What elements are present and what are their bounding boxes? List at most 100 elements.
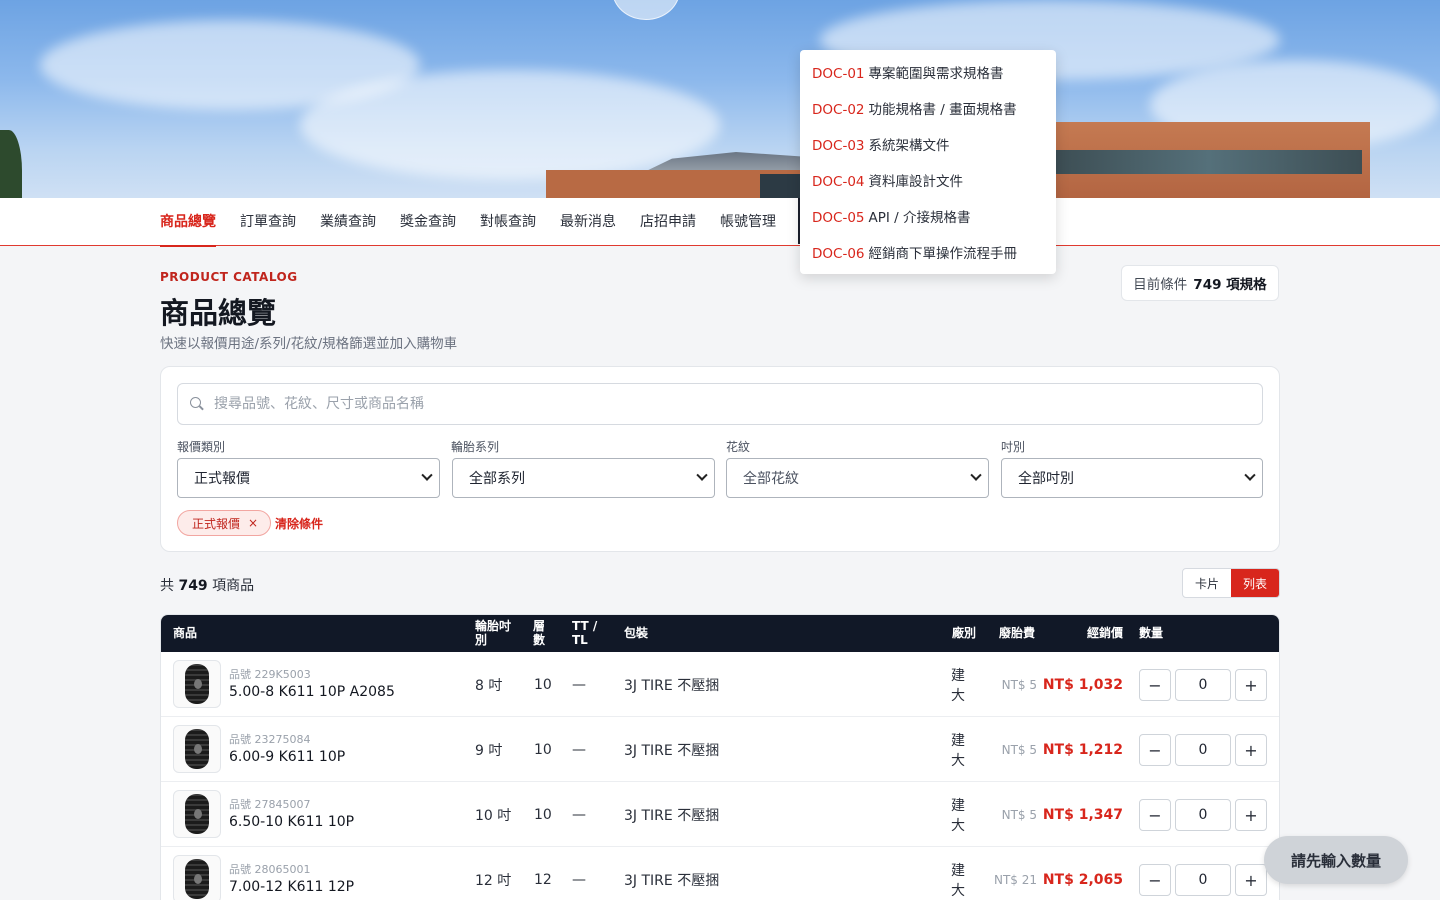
result-number: 749 [178,578,208,594]
result-prefix: 共 [160,578,174,594]
qty-plus-button[interactable]: + [1235,799,1267,831]
product-thumbnail[interactable] [173,855,221,900]
dealer-price: NT$ 1,032 [1042,676,1123,693]
product-sku: 品號 28065001 [229,863,311,876]
view-toggle: 卡片 列表 [1182,568,1280,598]
qty-input[interactable]: 0 [1175,799,1231,831]
qty-minus-button[interactable]: − [1139,864,1171,896]
disposal-fee: NT$ 5 [1001,742,1037,757]
result-suffix: 項商品 [212,578,255,594]
nav-item-account[interactable]: 帳號管理 [720,198,776,246]
qty-input[interactable]: 0 [1175,669,1231,701]
doc-label: 系統架構文件 [868,138,950,154]
condition-label: 目前條件 [1133,277,1188,293]
product-name: 6.50-10 K611 10P [229,814,355,830]
enter-quantity-button[interactable]: 請先輸入數量 [1264,836,1408,884]
active-filter-chip: 正式報價 × [177,510,272,536]
dropdown-item-doc-05[interactable]: DOC-05 API / 介接規格書 [800,200,1056,236]
col-rim: 輪胎吋別 [475,619,512,647]
col-qty: 數量 [1139,625,1164,640]
close-icon[interactable]: × [248,516,258,530]
doc-label: 資料庫設計文件 [868,174,964,190]
dropdown-item-doc-06[interactable]: DOC-06 經銷商下單操作流程手冊 [800,236,1056,272]
dealer-price: NT$ 1,347 [1042,806,1123,823]
table-row: 品號 27845007 6.50-10 K611 10P 10 吋 10 — 3… [161,782,1279,847]
nav-item-signage[interactable]: 店招申請 [640,198,696,246]
size-select[interactable]: 全部吋別 [1001,458,1263,498]
quote-type-label: 報價類別 [177,440,226,454]
dropdown-item-doc-01[interactable]: DOC-01 專案範圍與需求規格書 [800,56,1056,92]
search-input[interactable] [214,396,1214,412]
building-windows [1056,150,1362,174]
table-row: 品號 23275084 6.00-9 K611 10P 9 吋 10 — 3J … [161,717,1279,782]
pattern-select[interactable]: 全部花紋 [726,458,989,498]
disposal-fee: NT$ 21 [993,872,1037,887]
packaging: 3J TIRE 不壓捆 [624,677,720,694]
qty-input[interactable]: 0 [1175,734,1231,766]
nav-items: 商品總覽 訂單查詢 業績查詢 獎金查詢 對帳查詢 最新消息 店招申請 帳號管理 [160,198,800,247]
dropdown-item-doc-03[interactable]: DOC-03 系統架構文件 [800,128,1056,164]
tire-icon [185,859,209,899]
col-fee: 廢胎費 [999,625,1036,640]
tire-icon [185,794,209,834]
product-table: 商品 輪胎吋別 層數 TT / TL 包裝 廠別 廢胎費 經銷價 數量 品號 2… [160,614,1280,900]
col-factory: 廠別 [952,625,977,640]
packaging: 3J TIRE 不壓捆 [624,807,720,824]
qty-plus-button[interactable]: + [1235,864,1267,896]
chevron-down-icon [1244,469,1256,481]
nav-item-bonus[interactable]: 獎金查詢 [400,198,456,246]
ply-count: 10 [534,741,552,758]
product-thumbnail[interactable] [173,790,221,838]
doc-code: DOC-01 [812,66,865,82]
hero-banner [0,0,1440,198]
qty-minus-button[interactable]: − [1139,734,1171,766]
doc-label: 經銷商下單操作流程手冊 [868,246,1018,262]
pattern-label: 花紋 [726,440,751,454]
nav-item-performance[interactable]: 業績查詢 [320,198,376,246]
product-sku: 品號 23275084 [229,733,311,746]
tree-decoration [0,130,22,198]
dealer-price: NT$ 2,065 [1042,871,1123,888]
nav-item-products[interactable]: 商品總覽 [160,198,216,247]
table-row: 品號 229K5003 5.00-8 K611 10P A2085 8 吋 10… [161,652,1279,717]
chevron-down-icon [970,469,982,481]
search-icon [190,397,204,411]
dropdown-item-doc-02[interactable]: DOC-02 功能規格書 / 畫面規格書 [800,92,1056,128]
col-tt: TT / TL [572,619,598,647]
qty-plus-button[interactable]: + [1235,734,1267,766]
view-card-button[interactable]: 卡片 [1183,569,1231,597]
ply-count: 10 [534,676,552,693]
doc-code: DOC-03 [812,138,865,154]
dealer-price: NT$ 1,212 [1042,741,1123,758]
doc-label: 專案範圍與需求規格書 [868,66,1004,82]
dropdown-item-doc-04[interactable]: DOC-04 資料庫設計文件 [800,164,1056,200]
table-row: 品號 28065001 7.00-12 K611 12P 12 吋 12 — 3… [161,847,1279,900]
qty-input[interactable]: 0 [1175,864,1231,896]
clear-filters-link[interactable]: 清除條件 [275,515,323,532]
product-name: 5.00-8 K611 10P A2085 [229,684,395,700]
nav-item-statements[interactable]: 對帳查詢 [480,198,536,246]
qty-plus-button[interactable]: + [1235,669,1267,701]
qty-minus-button[interactable]: − [1139,669,1171,701]
size-value: 全部吋別 [1018,471,1074,487]
doc-label: 功能規格書 / 畫面規格書 [868,102,1017,118]
docs-dropdown-menu: DOC-01 專案範圍與需求規格書 DOC-02 功能規格書 / 畫面規格書 DOC… [800,50,1056,274]
product-name: 7.00-12 K611 12P [229,879,355,895]
product-thumbnail[interactable] [173,660,221,708]
quote-type-value: 正式報價 [194,471,250,487]
result-count: 共 749 項商品 [160,575,254,595]
nav-item-orders[interactable]: 訂單查詢 [240,198,296,246]
product-thumbnail[interactable] [173,725,221,773]
product-sku: 品號 27845007 [229,798,311,811]
series-select[interactable]: 全部系列 [452,458,715,498]
quote-type-select[interactable]: 正式報價 [177,458,440,498]
page-kicker: PRODUCT CATALOG [160,270,298,284]
product-sku: 品號 229K5003 [229,668,311,681]
nav-item-news[interactable]: 最新消息 [560,198,616,246]
packaging: 3J TIRE 不壓捆 [624,742,720,759]
doc-code: DOC-05 [812,210,865,226]
search-box[interactable] [177,383,1263,425]
qty-minus-button[interactable]: − [1139,799,1171,831]
chevron-down-icon [421,469,433,481]
view-list-button[interactable]: 列表 [1231,569,1279,597]
